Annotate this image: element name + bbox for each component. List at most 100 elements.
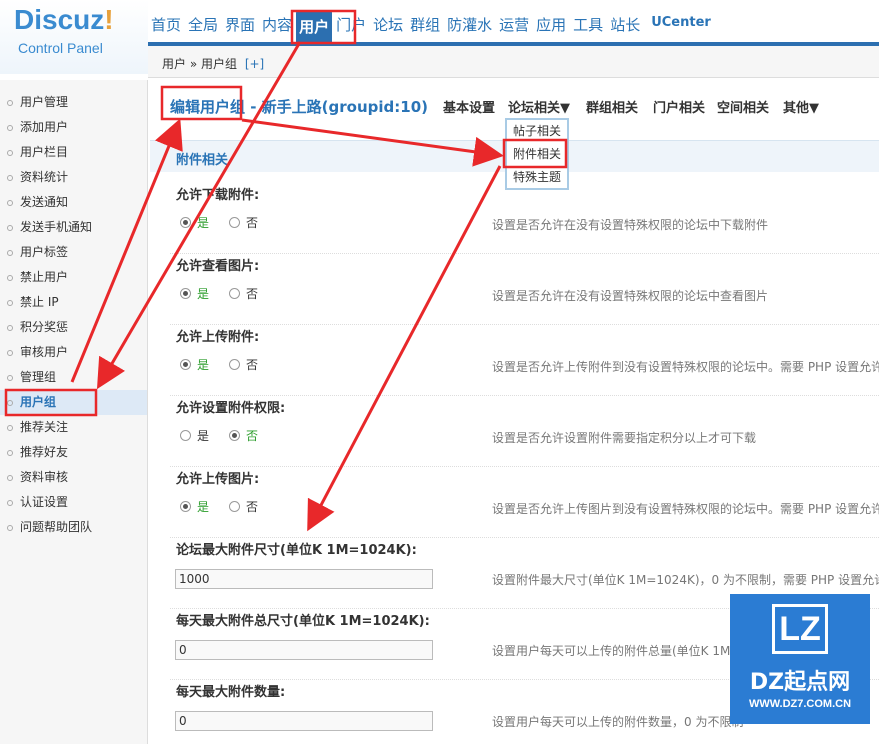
setting-input[interactable] <box>175 640 433 660</box>
radio-no[interactable] <box>229 359 241 370</box>
setting-row: 允许查看图片: 是否设置是否允许在没有设置特殊权限的论坛中查看图片 <box>170 255 879 325</box>
radio-yes[interactable] <box>180 430 191 441</box>
sidebar-item[interactable]: 问题帮助团队 <box>0 515 147 540</box>
add-to-favorites-link[interactable]: [+] <box>245 57 264 71</box>
setting-label: 每天最大附件数量: <box>176 685 286 700</box>
radio-no-label[interactable]: 否 <box>246 427 258 444</box>
setting-label: 允许上传图片: <box>176 472 260 487</box>
radio-group: 是否 <box>180 285 258 302</box>
radio-group: 是否 <box>180 427 258 444</box>
tab-item[interactable]: 基本设置 <box>443 97 495 116</box>
top-nav-item[interactable]: 论坛 <box>370 10 408 42</box>
radio-yes[interactable] <box>180 288 191 299</box>
sidebar-item[interactable]: 用户标签 <box>0 240 147 265</box>
setting-description: 设置是否允许上传图片到没有设置特殊权限的论坛中。需要 PHP 设置允许 <box>492 502 879 516</box>
top-nav-item[interactable]: 内容 <box>259 10 297 42</box>
setting-description: 设置附件最大尺寸(单位K 1M=1024K)，0 为不限制，需要 PHP 设置允… <box>492 573 879 587</box>
sidebar-item[interactable]: 发送通知 <box>0 190 147 215</box>
watermark-url: WWW.DZ7.COM.CN <box>748 698 852 710</box>
radio-no[interactable] <box>229 430 241 441</box>
sidebar-item[interactable]: 推荐好友 <box>0 440 147 465</box>
top-nav-item[interactable]: 首页 <box>148 10 186 42</box>
sidebar-item[interactable]: 禁止用户 <box>0 265 147 290</box>
setting-input[interactable] <box>175 569 433 589</box>
setting-label: 允许下载附件: <box>176 188 260 203</box>
watermark-name: DZ起点网 <box>749 670 851 695</box>
tab-item[interactable]: 空间相关 <box>717 97 769 116</box>
radio-no-label[interactable]: 否 <box>246 285 258 302</box>
setting-input[interactable] <box>175 711 433 731</box>
sidebar-item[interactable]: 用户管理 <box>0 90 147 115</box>
top-nav-item[interactable]: 工具 <box>570 10 608 42</box>
top-nav-item[interactable]: 应用 <box>533 10 571 42</box>
setting-label: 允许设置附件权限: <box>176 401 286 416</box>
radio-yes-label[interactable]: 是 <box>197 285 209 302</box>
tab-item[interactable]: 论坛相关▼ <box>508 97 570 116</box>
setting-row: 允许设置附件权限: 是否设置是否允许设置附件需要指定积分以上才可下载 <box>170 397 879 467</box>
breadcrumb: 用户 » 用户组 [+] <box>148 46 879 78</box>
setting-label: 论坛最大附件尺寸(单位K 1M=1024K): <box>176 543 417 558</box>
tab-item[interactable]: 群组相关 <box>586 97 638 116</box>
setting-label: 允许查看图片: <box>176 259 260 274</box>
logo-brand: Discuz! <box>14 4 114 35</box>
sidebar-item[interactable]: 用户组 <box>0 390 147 415</box>
top-nav-item[interactable]: 界面 <box>222 10 260 42</box>
radio-yes-label[interactable]: 是 <box>197 427 209 444</box>
sidebar: 用户管理 添加用户 用户栏目 资料统计 发送通知 发送手机通知 用户标签 禁止用户 禁止 IP 积… <box>0 80 148 744</box>
radio-yes[interactable] <box>180 501 191 512</box>
top-nav-item[interactable]: 站长 <box>607 10 645 42</box>
dropdown-item[interactable]: 附件相关 <box>507 143 567 166</box>
setting-description: 设置是否允许上传附件到没有设置特殊权限的论坛中。需要 PHP 设置允许 <box>492 360 879 374</box>
sidebar-item[interactable]: 禁止 IP <box>0 290 147 315</box>
top-nav-item[interactable]: 群组 <box>407 10 445 42</box>
setting-label: 允许上传附件: <box>176 330 260 345</box>
top-nav-item[interactable]: 防灌水 <box>444 10 497 42</box>
radio-no[interactable] <box>229 217 241 228</box>
setting-row: 允许上传图片: 是否设置是否允许上传图片到没有设置特殊权限的论坛中。需要 PHP … <box>170 468 879 538</box>
sidebar-item[interactable]: 添加用户 <box>0 115 147 140</box>
sidebar-item[interactable]: 用户栏目 <box>0 140 147 165</box>
top-nav-item[interactable]: 门户 <box>333 10 371 42</box>
top-nav-item[interactable]: 全局 <box>185 10 223 42</box>
sidebar-item[interactable]: 发送手机通知 <box>0 215 147 240</box>
logo: Discuz! Control Panel <box>0 0 148 74</box>
radio-no-label[interactable]: 否 <box>246 498 258 515</box>
setting-row: 允许下载附件: 是否设置是否允许在没有设置特殊权限的论坛中下载附件 <box>170 184 879 254</box>
radio-group: 是否 <box>180 214 258 231</box>
dropdown-item[interactable]: 帖子相关 <box>507 120 567 143</box>
radio-group: 是否 <box>180 498 258 515</box>
sidebar-item[interactable]: 资料统计 <box>0 165 147 190</box>
breadcrumb-path: 用户 » 用户组 <box>162 57 237 71</box>
setting-row: 允许上传附件: 是 否 设置是否允许上传附件到没有设置特殊权限的论坛中。需要 PHP … <box>170 326 879 396</box>
radio-no[interactable] <box>229 501 241 512</box>
sidebar-item[interactable]: 管理组 <box>0 365 147 390</box>
sidebar-item[interactable]: 推荐关注 <box>0 415 147 440</box>
tab-item[interactable]: 其他▼ <box>783 97 819 116</box>
page-title: 编辑用户组 - 新手上路(groupid:10) <box>170 98 428 116</box>
tab-item[interactable]: 门户相关 <box>653 97 705 116</box>
radio-yes-label[interactable]: 是 <box>197 356 209 373</box>
top-nav: 首页 全局 界面 内容 用户 门户 论坛 群组 防灌水 运营 应用 工具 站长 UCenter <box>148 0 879 42</box>
watermark-mark: LZ <box>772 604 828 654</box>
radio-yes[interactable] <box>180 217 191 228</box>
watermark-logo: LZ DZ起点网 WWW.DZ7.COM.CN <box>730 594 870 724</box>
radio-no[interactable] <box>229 288 241 299</box>
sidebar-item[interactable]: 积分奖惩 <box>0 315 147 340</box>
top-nav-item[interactable]: UCenter <box>648 10 715 42</box>
setting-description: 设置用户每天可以上传的附件数量，0 为不限制 <box>492 715 744 729</box>
setting-description: 设置是否允许在没有设置特殊权限的论坛中查看图片 <box>492 289 769 303</box>
top-nav-item[interactable]: 运营 <box>496 10 534 42</box>
radio-yes-label[interactable]: 是 <box>197 498 209 515</box>
radio-no-label[interactable]: 否 <box>246 214 258 231</box>
top-nav-item[interactable]: 用户 <box>296 10 334 42</box>
radio-yes-label[interactable]: 是 <box>197 214 209 231</box>
radio-no-label[interactable]: 否 <box>246 356 258 373</box>
forum-dropdown-menu: 帖子相关 附件相关 特殊主题 <box>505 118 569 190</box>
logo-subtitle: Control Panel <box>18 40 103 56</box>
setting-description: 设置是否允许设置附件需要指定积分以上才可下载 <box>492 431 757 445</box>
sidebar-item[interactable]: 认证设置 <box>0 490 147 515</box>
sidebar-item[interactable]: 审核用户 <box>0 340 147 365</box>
radio-yes[interactable] <box>180 359 191 370</box>
setting-description: 设置是否允许在没有设置特殊权限的论坛中下载附件 <box>492 218 769 232</box>
sidebar-item[interactable]: 资料审核 <box>0 465 147 490</box>
